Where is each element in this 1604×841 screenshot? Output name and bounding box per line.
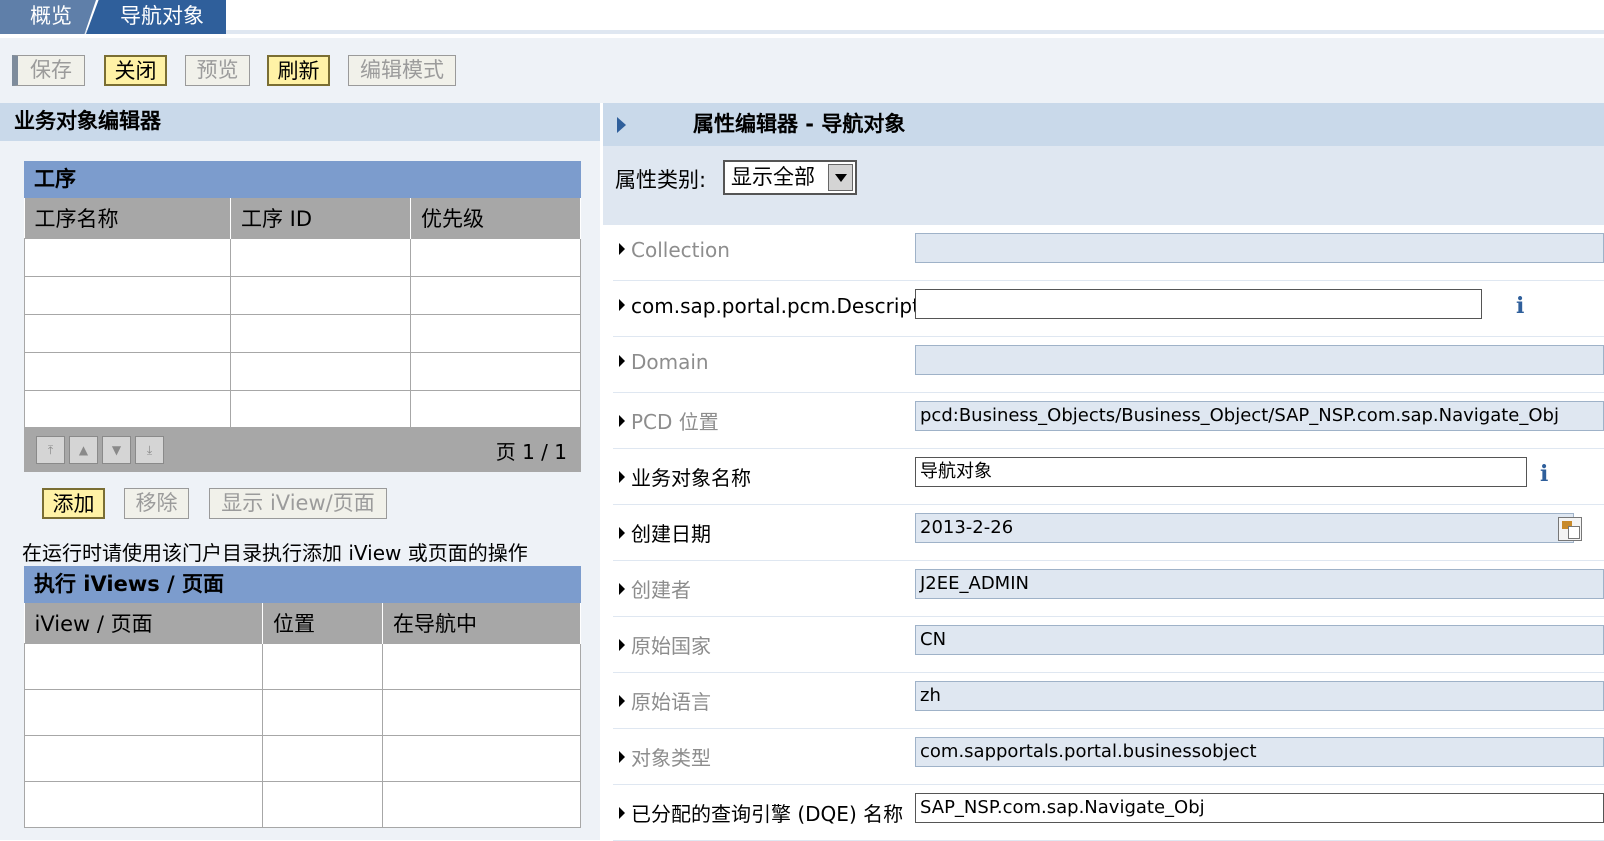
property-row: 原始国家 CN bbox=[613, 617, 1604, 673]
business-object-editor-title: 业务对象编辑器 bbox=[0, 103, 600, 141]
dqe-name-input[interactable]: SAP_NSP.com.sap.Navigate_Obj bbox=[915, 793, 1604, 823]
property-label: 创建者 bbox=[619, 574, 691, 603]
property-label: 创建日期 bbox=[619, 518, 711, 547]
runtime-note: 在运行时请使用该门户目录执行添加 iView 或页面的操作 bbox=[22, 541, 528, 565]
property-value-object-type: com.sapportals.portal.businessobject bbox=[915, 737, 1604, 767]
iviews-group-title: 执行 iViews / 页面 bbox=[24, 566, 581, 603]
property-label: 已分配的查询引擎 (DQE) 名称 bbox=[619, 798, 903, 827]
property-label: com.sap.portal.pcm.Description bbox=[619, 294, 950, 318]
property-row: 已分配的查询引擎 (DQE) 名称 SAP_NSP.com.sap.Naviga… bbox=[613, 785, 1604, 841]
calendar-icon[interactable] bbox=[1558, 517, 1582, 541]
add-button[interactable]: 添加 bbox=[42, 488, 105, 519]
previous-page-icon[interactable]: ▲ bbox=[69, 436, 98, 464]
toolbar: 保存 关闭 预览 刷新 编辑模式 bbox=[0, 38, 1604, 103]
property-label: Domain bbox=[619, 350, 709, 374]
refresh-button[interactable]: 刷新 bbox=[267, 55, 330, 86]
property-label: 原始语言 bbox=[619, 686, 711, 715]
property-row: Collection bbox=[613, 225, 1604, 281]
property-label: 业务对象名称 bbox=[619, 462, 751, 491]
last-page-icon[interactable]: ⤓ bbox=[135, 436, 164, 464]
table-row[interactable] bbox=[24, 237, 581, 277]
column-header-in-navigation[interactable]: 在导航中 bbox=[382, 603, 581, 643]
steps-group-title: 工序 bbox=[24, 161, 581, 198]
column-header-step-name[interactable]: 工序名称 bbox=[24, 198, 231, 238]
info-icon[interactable]: i bbox=[1540, 461, 1548, 487]
property-filter-bar: 属性类别: 显示全部 bbox=[603, 146, 1604, 225]
table-row[interactable] bbox=[24, 780, 581, 828]
info-icon[interactable]: i bbox=[1516, 293, 1524, 319]
property-label: PCD 位置 bbox=[619, 406, 719, 435]
property-category-value: 显示全部 bbox=[731, 165, 815, 189]
table-row[interactable] bbox=[24, 688, 581, 736]
expand-arrow-icon[interactable] bbox=[617, 117, 626, 133]
column-header-priority[interactable]: 优先级 bbox=[410, 198, 581, 238]
property-value-origin-language: zh bbox=[915, 681, 1604, 711]
property-category-label: 属性类别: bbox=[615, 168, 707, 192]
property-value-created-date: 2013-2-26 bbox=[915, 513, 1574, 543]
property-label: 对象类型 bbox=[619, 742, 711, 771]
property-row: 创建日期 2013-2-26 bbox=[613, 505, 1604, 561]
property-value-origin-country: CN bbox=[915, 625, 1604, 655]
property-category-select[interactable]: 显示全部 bbox=[723, 160, 857, 195]
steps-table: 工序名称 工序 ID 优先级 bbox=[24, 198, 581, 429]
property-editor-header: 属性编辑器 - 导航对象 bbox=[603, 103, 1604, 146]
table-row[interactable] bbox=[24, 734, 581, 782]
property-label: 原始国家 bbox=[619, 630, 711, 659]
tab-strip: 概览 导航对象 bbox=[0, 0, 1604, 34]
tab-navigation-object[interactable]: 导航对象 bbox=[86, 0, 226, 34]
next-page-icon[interactable]: ▼ bbox=[102, 436, 131, 464]
close-button[interactable]: 关闭 bbox=[104, 55, 167, 86]
column-header-position[interactable]: 位置 bbox=[262, 603, 383, 643]
property-value-domain bbox=[915, 345, 1604, 375]
property-editor-title: 属性编辑器 - 导航对象 bbox=[693, 112, 906, 136]
property-row: 原始语言 zh bbox=[613, 673, 1604, 729]
show-iview-page-button[interactable]: 显示 iView/页面 bbox=[209, 488, 387, 519]
first-page-icon[interactable]: ⤒ bbox=[36, 436, 65, 464]
description-input[interactable] bbox=[915, 289, 1482, 319]
property-row: 业务对象名称 导航对象 i bbox=[613, 449, 1604, 505]
table-row[interactable] bbox=[24, 389, 581, 429]
table-row[interactable] bbox=[24, 313, 581, 353]
page-indicator: 页 1 / 1 bbox=[495, 440, 567, 464]
property-value-creator: J2EE_ADMIN bbox=[915, 569, 1604, 599]
property-row: 对象类型 com.sapportals.portal.businessobjec… bbox=[613, 729, 1604, 785]
property-label: Collection bbox=[619, 238, 730, 262]
property-row: com.sap.portal.pcm.Description i bbox=[613, 281, 1604, 337]
column-header-iview-page[interactable]: iView / 页面 bbox=[24, 603, 263, 643]
property-value-collection bbox=[915, 233, 1604, 263]
iviews-table: iView / 页面 位置 在导航中 bbox=[24, 603, 581, 828]
table-row[interactable] bbox=[24, 351, 581, 391]
steps-pager: ⤒ ▲ ▼ ⤓ 页 1 / 1 bbox=[24, 427, 581, 472]
chevron-down-icon[interactable] bbox=[828, 164, 853, 191]
property-row: 创建者 J2EE_ADMIN bbox=[613, 561, 1604, 617]
preview-button[interactable]: 预览 bbox=[185, 55, 250, 86]
business-object-editor: 工序 工序名称 工序 ID 优先级 ⤒ ▲ ▼ ⤓ 页 1 / 1 添加 移除 … bbox=[0, 141, 600, 840]
property-row: PCD 位置 pcd:Business_Objects/Business_Obj… bbox=[613, 393, 1604, 449]
property-list: Collection com.sap.portal.pcm.Descriptio… bbox=[603, 225, 1604, 841]
tab-overview[interactable]: 概览 bbox=[0, 0, 96, 34]
table-row[interactable] bbox=[24, 642, 581, 690]
property-row: Domain bbox=[613, 337, 1604, 393]
edit-mode-button[interactable]: 编辑模式 bbox=[348, 55, 456, 86]
business-object-name-input[interactable]: 导航对象 bbox=[915, 457, 1527, 487]
column-header-step-id[interactable]: 工序 ID bbox=[230, 198, 411, 238]
table-row[interactable] bbox=[24, 275, 581, 315]
save-button[interactable]: 保存 bbox=[12, 55, 85, 86]
remove-button[interactable]: 移除 bbox=[124, 488, 189, 519]
property-value-pcd-location: pcd:Business_Objects/Business_Object/SAP… bbox=[915, 401, 1604, 431]
